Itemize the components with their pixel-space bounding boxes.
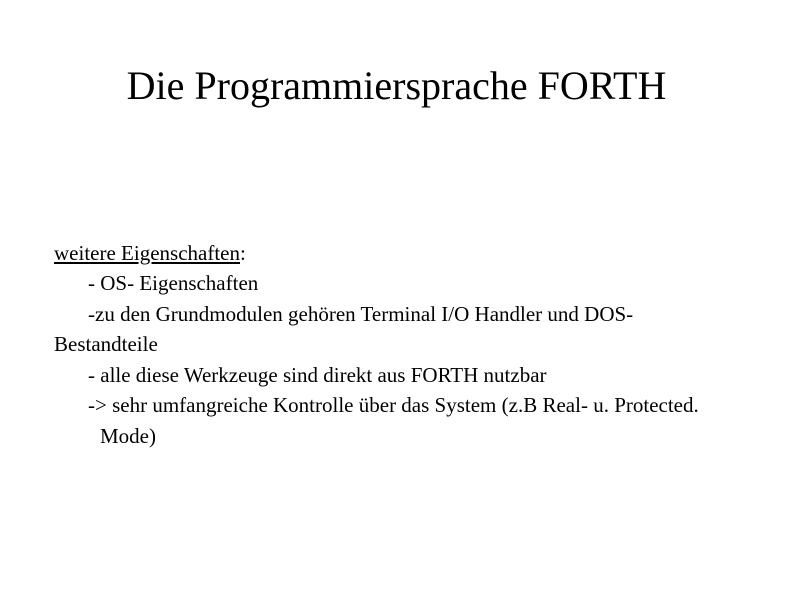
subheading-line: weitere Eigenschaften: [54, 238, 753, 268]
subheading-colon: : [240, 241, 246, 265]
bullet-grundmodule-line1: -zu den Grundmodulen gehören Terminal I/… [54, 299, 753, 329]
slide: Die Programmiersprache FORTH weitere Eig… [0, 0, 793, 595]
bullet-grundmodule-line2: Bestandteile [54, 329, 753, 359]
bullet-kontrolle-line2: Mode) [54, 421, 753, 451]
slide-title: Die Programmiersprache FORTH [0, 62, 793, 109]
bullet-os-eigenschaften: - OS- Eigenschaften [54, 268, 753, 298]
bullet-kontrolle-line1: -> sehr umfangreiche Kontrolle über das … [54, 390, 753, 420]
slide-body: weitere Eigenschaften: - OS- Eigenschaft… [54, 238, 753, 451]
subheading: weitere Eigenschaften [54, 241, 240, 265]
bullet-werkzeuge: - alle diese Werkzeuge sind direkt aus F… [54, 360, 753, 390]
